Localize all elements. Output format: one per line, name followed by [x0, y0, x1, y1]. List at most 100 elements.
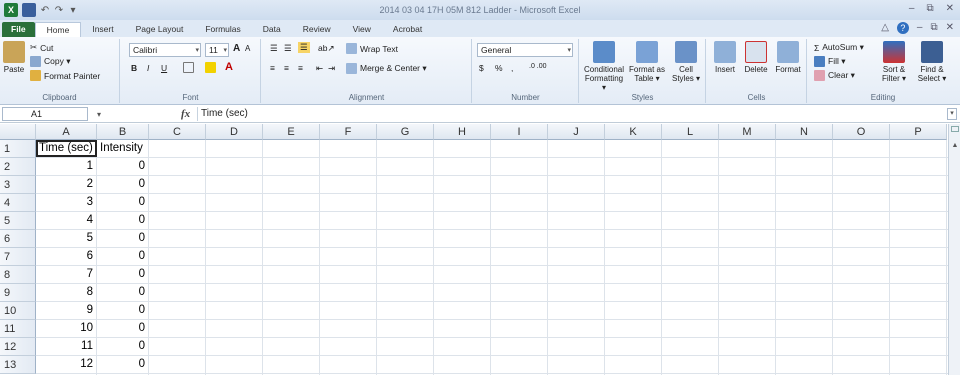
- split-box[interactable]: [951, 126, 959, 132]
- column-header[interactable]: I: [491, 124, 548, 140]
- sheet-cell[interactable]: 4: [36, 214, 93, 226]
- currency-button[interactable]: $: [479, 63, 484, 73]
- doc-minimize-button[interactable]: –: [917, 22, 923, 34]
- sheet-cell[interactable]: 0: [97, 196, 145, 208]
- font-color-button[interactable]: A: [225, 61, 233, 73]
- name-box[interactable]: A1 ▾: [2, 107, 101, 121]
- grow-font-button[interactable]: A: [233, 43, 240, 54]
- column-header[interactable]: N: [776, 124, 833, 140]
- tab-file[interactable]: File: [2, 22, 35, 37]
- customize-qat-icon[interactable]: ▾: [68, 5, 78, 16]
- row-header[interactable]: 1: [0, 140, 36, 158]
- sheet-cell[interactable]: 9: [36, 304, 93, 316]
- row-header[interactable]: 7: [0, 248, 36, 266]
- sheet-cell[interactable]: 1: [36, 160, 93, 172]
- copy-button[interactable]: Copy ▾: [30, 56, 70, 67]
- row-header[interactable]: 13: [0, 356, 36, 374]
- percent-button[interactable]: %: [495, 63, 503, 73]
- tab-data[interactable]: Data: [252, 22, 292, 37]
- tab-home[interactable]: Home: [34, 22, 82, 37]
- sheet-cell[interactable]: 0: [97, 268, 145, 280]
- column-header[interactable]: J: [548, 124, 605, 140]
- redo-icon[interactable]: ↷: [54, 5, 64, 16]
- sheet-cell[interactable]: 0: [97, 322, 145, 334]
- tab-review[interactable]: Review: [292, 22, 342, 37]
- column-header[interactable]: H: [434, 124, 491, 140]
- column-header[interactable]: F: [320, 124, 377, 140]
- expand-formula-bar-button[interactable]: ▾: [947, 108, 957, 120]
- worksheet-grid[interactable]: ABCDEFGHIJKLMNOP 1 2 3 4 5 6 7 8 9 10 11 12 13 Time …: [0, 124, 948, 375]
- format-cells-button[interactable]: Format: [773, 41, 803, 74]
- formula-input[interactable]: Time (sec): [197, 107, 944, 121]
- scroll-up-icon[interactable]: ▲: [950, 142, 960, 152]
- column-header[interactable]: M: [719, 124, 776, 140]
- row-header[interactable]: 9: [0, 284, 36, 302]
- sheet-cell[interactable]: 11: [36, 340, 93, 352]
- row-header[interactable]: 5: [0, 212, 36, 230]
- format-painter-button[interactable]: Format Painter: [30, 70, 100, 81]
- row-header[interactable]: 3: [0, 176, 36, 194]
- align-bottom-button[interactable]: ☰: [298, 42, 310, 53]
- column-header[interactable]: D: [206, 124, 263, 140]
- sheet-cell[interactable]: Intensity: [100, 142, 143, 154]
- align-center-button[interactable]: ≡: [284, 63, 289, 73]
- sheet-cell[interactable]: 3: [36, 196, 93, 208]
- decimal-buttons[interactable]: .0 .00: [529, 63, 547, 70]
- sheet-cell[interactable]: 10: [36, 322, 93, 334]
- comma-button[interactable]: ,: [511, 63, 513, 73]
- number-format-select[interactable]: General ▾: [477, 43, 573, 57]
- cut-button[interactable]: ✂ Cut: [30, 42, 53, 53]
- column-header[interactable]: G: [377, 124, 434, 140]
- column-header[interactable]: E: [263, 124, 320, 140]
- bold-button[interactable]: B: [131, 63, 137, 73]
- fill-button[interactable]: Fill ▾: [814, 56, 846, 67]
- row-header[interactable]: 2: [0, 158, 36, 176]
- sheet-cell[interactable]: 0: [97, 160, 145, 172]
- select-all-button[interactable]: [0, 124, 36, 140]
- sheet-cell[interactable]: 0: [97, 304, 145, 316]
- sheet-cell[interactable]: 0: [97, 178, 145, 190]
- row-header[interactable]: 8: [0, 266, 36, 284]
- tab-formulas[interactable]: Formulas: [194, 22, 251, 37]
- sheet-cell[interactable]: 0: [97, 358, 145, 370]
- underline-button[interactable]: U: [161, 63, 167, 73]
- align-right-button[interactable]: ≡: [298, 63, 303, 73]
- column-header[interactable]: L: [662, 124, 719, 140]
- italic-button[interactable]: I: [147, 63, 149, 73]
- sheet-cell[interactable]: 8: [36, 286, 93, 298]
- sheet-cell[interactable]: 0: [97, 286, 145, 298]
- sheet-cell[interactable]: 0: [97, 214, 145, 226]
- autosum-button[interactable]: Σ AutoSum ▾: [814, 42, 864, 53]
- find-select-button[interactable]: Find & Select ▾: [914, 41, 950, 83]
- doc-close-button[interactable]: ✕: [946, 22, 954, 34]
- excel-logo-icon[interactable]: X: [4, 3, 18, 17]
- borders-button[interactable]: [183, 62, 194, 73]
- tab-acrobat[interactable]: Acrobat: [382, 22, 433, 37]
- delete-cells-button[interactable]: Delete: [741, 41, 771, 74]
- minimize-ribbon-icon[interactable]: △: [881, 22, 889, 34]
- merge-center-button[interactable]: Merge & Center ▾: [346, 63, 427, 74]
- sheet-cell[interactable]: 7: [36, 268, 93, 280]
- column-header[interactable]: C: [149, 124, 206, 140]
- align-top-button[interactable]: ☰: [270, 43, 278, 54]
- save-icon[interactable]: [22, 3, 36, 17]
- tab-page-layout[interactable]: Page Layout: [125, 22, 195, 37]
- conditional-formatting-button[interactable]: Conditional Formatting ▾: [582, 41, 626, 92]
- sheet-cell[interactable]: 0: [97, 232, 145, 244]
- align-left-button[interactable]: ≡: [270, 63, 275, 73]
- tab-view[interactable]: View: [342, 22, 382, 37]
- minimize-button[interactable]: –: [909, 3, 915, 14]
- wrap-text-button[interactable]: Wrap Text: [346, 43, 398, 54]
- font-size-select[interactable]: 11 ▾: [205, 43, 229, 57]
- close-button[interactable]: ✕: [946, 3, 954, 14]
- undo-icon[interactable]: ↶: [40, 5, 50, 16]
- tab-insert[interactable]: Insert: [81, 22, 124, 37]
- row-header[interactable]: 6: [0, 230, 36, 248]
- row-header[interactable]: 10: [0, 302, 36, 320]
- column-header[interactable]: B: [97, 124, 149, 140]
- increase-indent-button[interactable]: ⇥: [328, 63, 335, 74]
- column-header[interactable]: O: [833, 124, 890, 140]
- paste-button[interactable]: Paste: [2, 41, 26, 74]
- fill-color-button[interactable]: [205, 62, 216, 73]
- sheet-cell[interactable]: 6: [36, 250, 93, 262]
